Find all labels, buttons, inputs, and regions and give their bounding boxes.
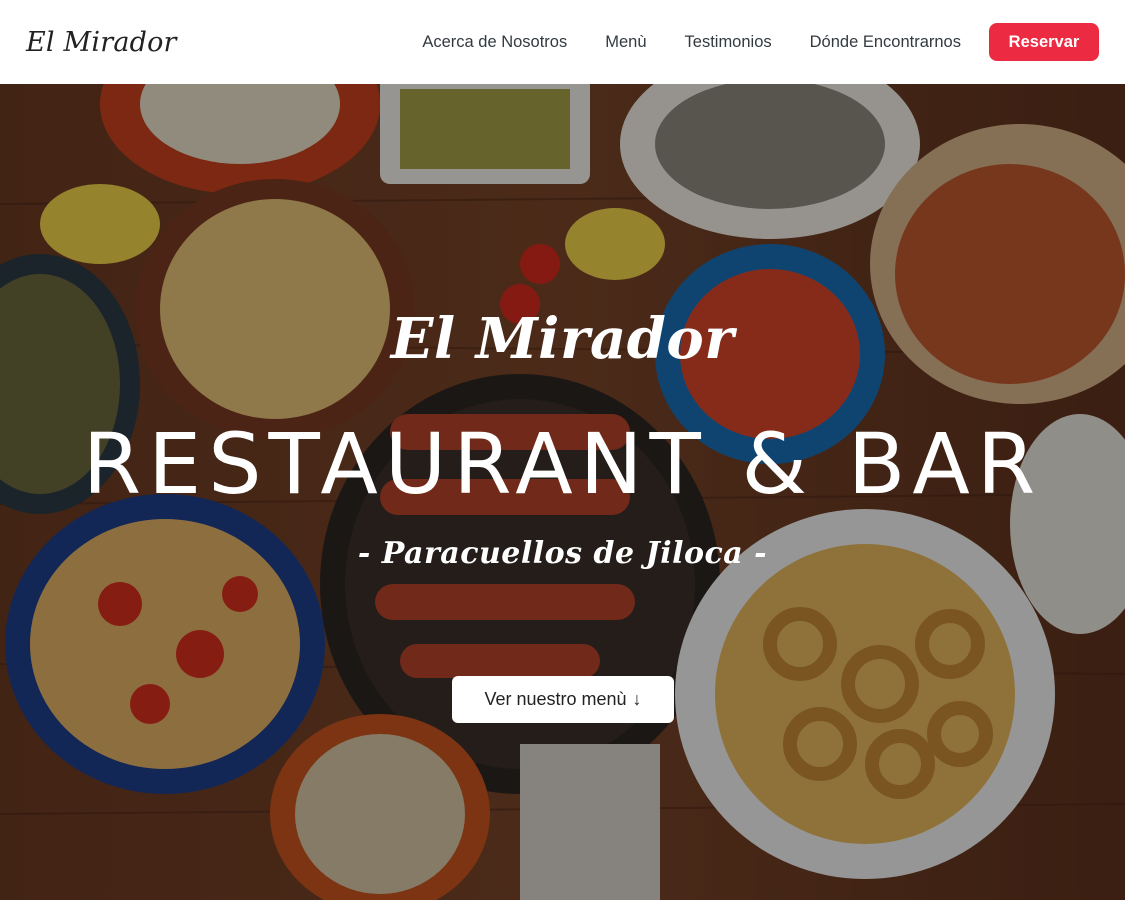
hero-section: El Mirador RESTAURANT & BAR - Paracuello…	[0, 84, 1125, 900]
view-menu-label: Ver nuestro menù	[484, 689, 627, 709]
nav-link-menu[interactable]: Menù	[605, 33, 646, 52]
nav-links: Acerca de Nosotros Menù Testimonios Dónd…	[422, 23, 1099, 61]
hero-subtitle: - Paracuellos de Jiloca -	[357, 536, 768, 571]
nav-link-location[interactable]: Dónde Encontrarnos	[810, 33, 961, 52]
nav-link-testimonials[interactable]: Testimonios	[685, 33, 772, 52]
hero-title: RESTAURANT & BAR	[82, 415, 1043, 513]
view-menu-button[interactable]: Ver nuestro menù ↓	[452, 676, 674, 723]
reserve-button[interactable]: Reservar	[989, 23, 1099, 61]
brand-logo[interactable]: El Mirador	[26, 27, 177, 58]
arrow-down-icon: ↓	[632, 689, 642, 709]
hero-restaurant-name: El Mirador	[390, 306, 735, 372]
navbar: El Mirador Acerca de Nosotros Menù Testi…	[0, 0, 1125, 84]
nav-link-about[interactable]: Acerca de Nosotros	[422, 33, 567, 52]
